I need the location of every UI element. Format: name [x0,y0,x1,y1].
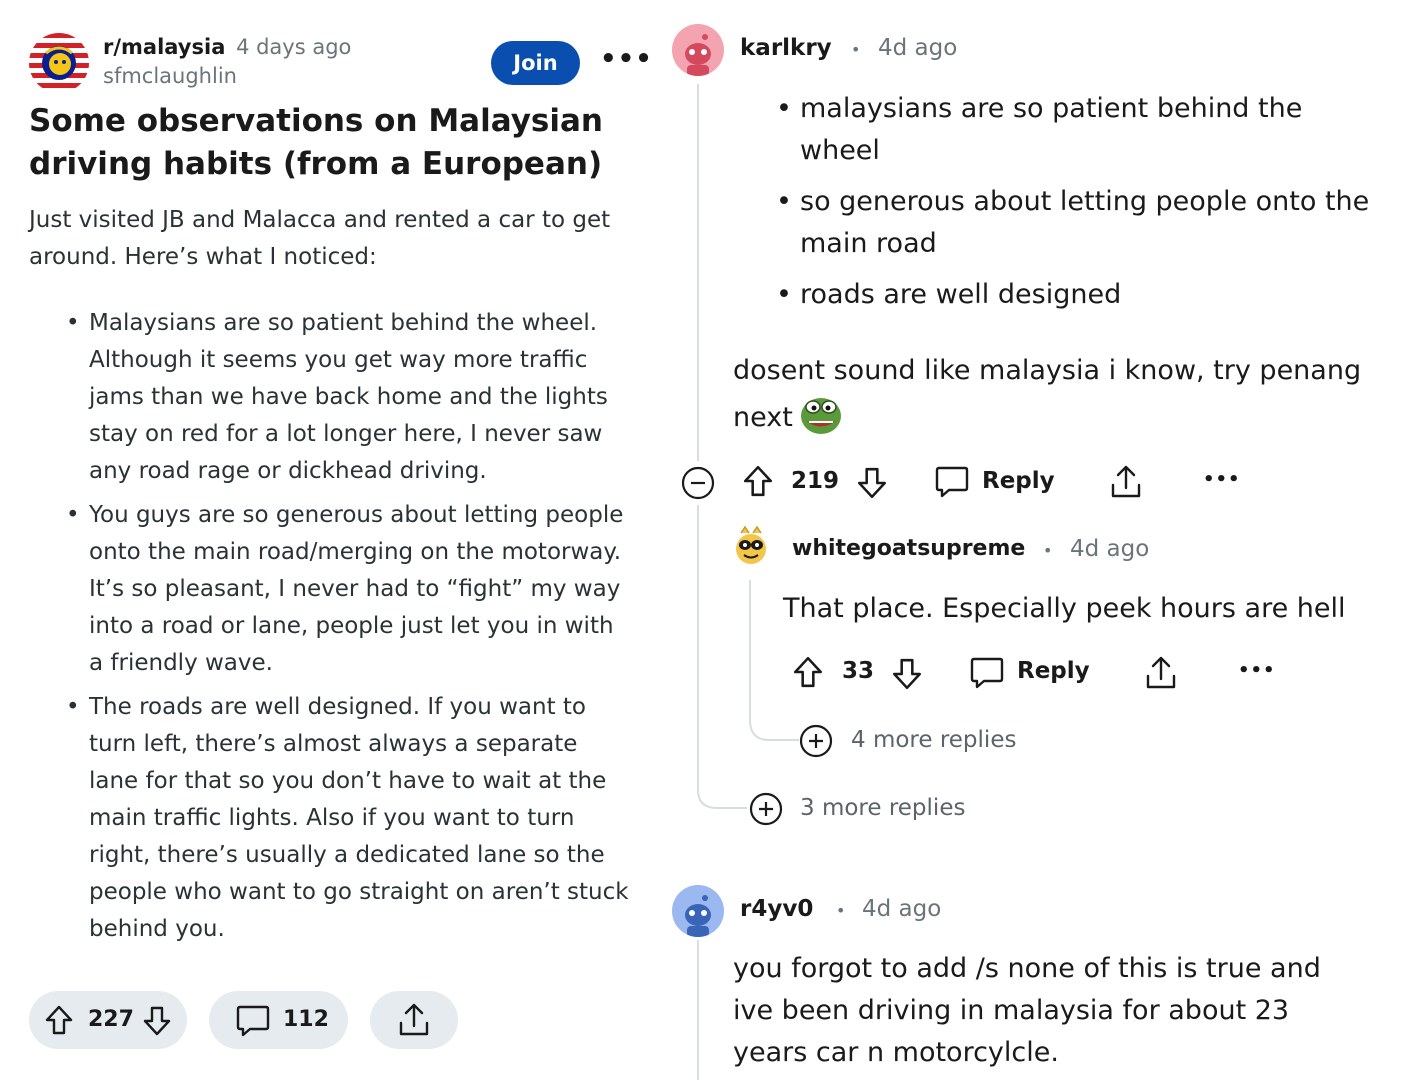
more-replies-link[interactable]: 4 more replies [851,727,1016,753]
avatar[interactable] [672,24,724,76]
post-author[interactable]: sfmclaughlin [103,64,237,88]
post-vote-count: 227 [88,1007,134,1032]
downvote-icon[interactable] [891,657,923,691]
thread-line [697,940,699,1080]
thread-line [697,505,699,790]
comment-quote-bullet: roads are well designed [770,274,1370,316]
downvote-icon[interactable] [856,466,888,500]
upvote-icon[interactable] [742,464,774,498]
share-icon [399,1003,429,1036]
avatar[interactable] [727,523,775,571]
comment-vote-count: 33 [842,658,875,684]
reply-button[interactable]: Reply [1017,658,1090,684]
subreddit-flag-icon[interactable] [29,33,89,93]
collapse-icon[interactable] [681,466,715,500]
subreddit-name[interactable]: r/malaysia [103,35,225,59]
meta-separator: • [836,901,846,920]
post-bullet-list: Malaysians are so patient behind the whe… [60,305,630,955]
comment-text: you forgot to add /s none of this is tru… [733,953,1321,1068]
post-card: r/malaysia 4 days ago sfmclaughlin Join … [0,0,653,1080]
meta-separator: • [851,40,861,59]
reply-button[interactable]: Reply [982,468,1055,494]
comment-time: 4d ago [878,35,958,61]
thread-line [749,580,751,715]
comment-quote-bullet: malaysians are so patient behind the whe… [770,88,1370,172]
post-time: 4 days ago [236,35,352,59]
comment-author[interactable]: r4yv0 [740,896,813,922]
comment-quote-list: malaysians are so patient behind the whe… [770,88,1370,325]
thread-curve [697,770,747,809]
post-vote-bar: 227 [29,991,187,1049]
comment-text: That place. Especially peek hours are he… [783,593,1346,624]
post-comments-button[interactable]: 112 [209,991,348,1049]
share-icon[interactable] [1144,655,1178,691]
reply-icon[interactable] [934,465,970,499]
comment-text: dosent sound like malaysia i know, try p… [733,355,1362,386]
post-meta: r/malaysia 4 days ago [103,35,351,59]
post-more-options-icon[interactable]: ••• [600,44,653,74]
upvote-icon[interactable] [792,655,824,689]
comment-quote-bullet: so generous about letting people onto th… [770,181,1370,265]
comment-author[interactable]: whitegoatsupreme [792,536,1025,561]
post-bullet: You guys are so generous about letting p… [60,497,630,682]
post-title[interactable]: Some observations on Malaysian driving h… [29,100,629,186]
comment-more-options-icon[interactable]: ••• [1238,660,1276,681]
meta-separator: • [1043,541,1053,560]
comment-text: next [733,402,793,433]
avatar[interactable] [672,885,724,937]
thread-line [697,84,699,461]
reply-icon[interactable] [969,656,1005,690]
upvote-icon[interactable] [44,1004,74,1036]
pepe-emote-icon [801,398,841,434]
post-intro: Just visited JB and Malacca and rented a… [29,207,611,270]
thread-curve [749,700,799,741]
post-comment-count: 112 [283,1007,329,1032]
more-replies-link[interactable]: 3 more replies [800,795,965,821]
comment-more-options-icon[interactable]: ••• [1203,469,1241,490]
share-icon[interactable] [1109,464,1143,500]
post-share-button[interactable] [370,991,458,1049]
post-bullet: The roads are well designed. If you want… [60,689,630,948]
comment-icon [236,1005,270,1037]
join-button[interactable]: Join [491,41,580,85]
comment-time: 4d ago [862,896,942,922]
comment-time: 4d ago [1070,536,1150,562]
comment-author[interactable]: karlkry [740,35,832,61]
post-bullet: Malaysians are so patient behind the whe… [60,305,630,490]
comment-vote-count: 219 [791,468,840,494]
expand-icon[interactable] [799,724,833,758]
downvote-icon[interactable] [142,1005,172,1037]
expand-icon[interactable] [749,792,783,826]
